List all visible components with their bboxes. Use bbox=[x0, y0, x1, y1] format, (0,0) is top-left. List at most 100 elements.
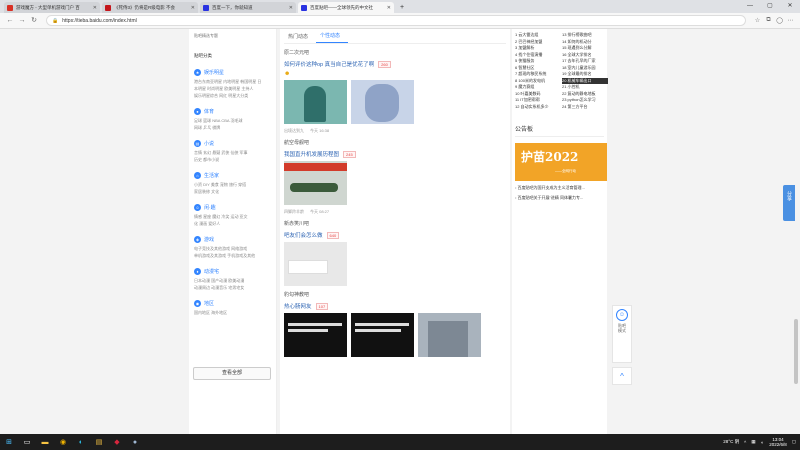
windows-start-icon[interactable]: ⊞ bbox=[2, 435, 16, 449]
volume-icon[interactable]: ◖ bbox=[760, 440, 763, 445]
post-title-row: 我国直升机发展历程图 245 bbox=[284, 150, 506, 158]
task-view-icon[interactable]: ▭ bbox=[20, 435, 34, 449]
notice-board-title: 公告板 bbox=[515, 124, 604, 137]
post-image-thumbnail[interactable] bbox=[284, 161, 347, 205]
feed-item: 航空母舰吧 我国直升机发展历程图 245 四脚羚羊龄 今天 08:27 bbox=[284, 139, 506, 215]
clock-date: 2022/6/8 bbox=[769, 442, 787, 447]
category-links[interactable]: 国内地区 海外地区 bbox=[194, 309, 271, 316]
category-links[interactable]: 化 漫画 爱好人 bbox=[194, 220, 271, 227]
back-icon[interactable]: ← bbox=[4, 15, 16, 27]
category-title[interactable]: ● 体育 bbox=[194, 108, 271, 115]
star-icon: ★ bbox=[194, 69, 201, 76]
browser-tab[interactable]: 百度贴吧——全球领先的中文社 ✕ bbox=[298, 2, 394, 13]
post-title-link[interactable]: 吧友们会怎么做 bbox=[284, 231, 323, 239]
post-image-thumbnail[interactable] bbox=[418, 313, 481, 357]
rank-item[interactable]: 12 自动实系机多少 bbox=[515, 104, 561, 111]
tab-close-icon[interactable]: ✕ bbox=[93, 5, 97, 11]
browser-tab[interactable]: 《死侍3》仍将是R级电影 不会 ✕ bbox=[102, 2, 198, 13]
post-title-link[interactable]: 我国直升机发展历程图 bbox=[284, 150, 339, 158]
browser-tab[interactable]: 游戏魔方 - 大型单机游戏门户 百 ✕ bbox=[4, 2, 100, 13]
tab-close-icon[interactable]: ✕ bbox=[289, 5, 293, 11]
category-links[interactable]: 日本动漫 国产动漫 欧美动漫 bbox=[194, 277, 271, 284]
rank-item[interactable]: 24 第三方平台 bbox=[562, 104, 608, 111]
page-scrollbar[interactable] bbox=[794, 319, 798, 384]
close-window-icon[interactable]: ✕ bbox=[780, 0, 800, 13]
category-links[interactable]: 足球 篮球 NBA CBA 羽毛球 bbox=[194, 117, 271, 124]
feed-tab[interactable]: 个性动态 bbox=[316, 32, 349, 43]
collections-icon[interactable]: ⧉ bbox=[763, 17, 774, 24]
refresh-icon[interactable]: ↻ bbox=[28, 15, 40, 27]
post-image-thumbnail[interactable] bbox=[351, 80, 414, 124]
reply-count-badge: 245 bbox=[343, 150, 356, 158]
category-title[interactable]: ♦ 动漫宅 bbox=[194, 268, 271, 275]
category-group: ◉ 地区国内地区 海外地区 bbox=[194, 300, 271, 316]
share-button[interactable]: 分享 bbox=[783, 185, 795, 221]
browser-tab[interactable]: 百度一下，你就知道 ✕ bbox=[200, 2, 296, 13]
post-image-thumbnail[interactable] bbox=[351, 313, 414, 357]
activity-feed: 热门动态 个性动态 原二次元吧 如何评价这种op 真当自己是优花了啊 260 ☻ 出境达到… bbox=[280, 29, 510, 434]
assist-mode-button[interactable]: ☺ 贴吧 模式 bbox=[612, 305, 632, 363]
tray-arrow-icon[interactable]: ^ bbox=[744, 440, 746, 445]
more-menu-icon[interactable]: ⋯ bbox=[785, 17, 796, 24]
featured-topics[interactable]: 贴吧精选专题 bbox=[194, 33, 271, 39]
post-image-thumbnail[interactable] bbox=[284, 80, 347, 124]
new-tab-button[interactable]: + bbox=[400, 2, 404, 13]
favorites-star-icon[interactable]: ☆ bbox=[752, 17, 763, 24]
category-links[interactable]: 电子竞技及其他游戏 网络游戏 bbox=[194, 245, 271, 252]
notice-link[interactable]: 百度贴吧为国开支成为主义活育管理... bbox=[515, 185, 604, 191]
location-icon: ◉ bbox=[194, 300, 201, 307]
minimize-icon[interactable]: — bbox=[740, 0, 760, 13]
campaign-banner[interactable]: 护苗2022 ——全网行动 bbox=[515, 143, 607, 181]
tab-close-icon[interactable]: ✕ bbox=[191, 5, 195, 11]
post-title-link[interactable]: 热心肠网友 bbox=[284, 302, 312, 310]
app-icon[interactable]: ◆ bbox=[110, 435, 124, 449]
category-links[interactable]: 小资 DIY 美食 宠物 旅行 穿搭 bbox=[194, 181, 271, 188]
notification-icon[interactable]: ▢ bbox=[792, 439, 796, 445]
feed-tab[interactable]: 热门动态 bbox=[284, 33, 316, 43]
forum-name[interactable]: 原二次元吧 bbox=[284, 49, 506, 56]
category-title[interactable]: ◉ 地区 bbox=[194, 300, 271, 307]
category-title[interactable]: ☺ 闲·趣 bbox=[194, 204, 271, 211]
forum-name[interactable]: 新赤笑川吧 bbox=[284, 220, 506, 227]
back-to-top-button[interactable]: ^ bbox=[612, 367, 632, 385]
tab-close-icon[interactable]: ✕ bbox=[387, 5, 391, 11]
category-links[interactable]: 单机游戏及其游戏 手机游戏及其他 bbox=[194, 252, 271, 259]
view-all-button[interactable]: 查看全部 bbox=[193, 367, 271, 380]
category-links[interactable]: 本明星 时尚明星 欧美明星 主持人 bbox=[194, 85, 271, 92]
url-input[interactable]: 🔒 https://tieba.baidu.com/index.html bbox=[46, 15, 746, 26]
post-image-thumbnail[interactable] bbox=[284, 242, 347, 286]
forum-name[interactable]: 航空母舰吧 bbox=[284, 139, 506, 146]
category-links[interactable]: 网球 乒乓 棋牌 bbox=[194, 124, 271, 131]
post-meta-text: 四脚羚羊龄 bbox=[284, 209, 304, 214]
maximize-icon[interactable]: ▢ bbox=[760, 0, 780, 13]
category-title[interactable]: ▤ 小说 bbox=[194, 140, 271, 147]
category-links[interactable]: 情感 星座 魔幻 冷笑 运动 亚文 bbox=[194, 213, 271, 220]
category-links[interactable]: 言情 玄幻 悬疑 武侠 仙侠 军事 bbox=[194, 149, 271, 156]
category-title[interactable]: ★ 娱乐明星 bbox=[194, 69, 271, 76]
category-title[interactable]: ⌂ 生活家 bbox=[194, 172, 271, 179]
category-links[interactable]: 动漫周边 动漫音乐 宅男宅女 bbox=[194, 284, 271, 291]
category-title[interactable]: ◈ 游戏 bbox=[194, 236, 271, 243]
post-title-link[interactable]: 如何评价这种op 真当自己是优花了啊 bbox=[284, 60, 374, 68]
post-image-thumbnail[interactable] bbox=[284, 313, 347, 357]
forum-name[interactable]: 豹勾神教吧 bbox=[284, 291, 506, 298]
clock[interactable]: 13:04 2022/6/8 bbox=[769, 437, 787, 448]
chrome-icon[interactable]: ◉ bbox=[56, 435, 70, 449]
category-links[interactable]: 娱乐明星综合 网红 明星大分类 bbox=[194, 92, 271, 99]
home-icon: ⌂ bbox=[194, 172, 201, 179]
file-explorer-icon[interactable]: ▬ bbox=[38, 435, 52, 449]
category-links[interactable]: 历史 都市小说 bbox=[194, 156, 271, 163]
forward-icon[interactable]: → bbox=[16, 15, 28, 27]
steam-icon[interactable]: ● bbox=[128, 435, 142, 449]
weather-text[interactable]: 28°C 阴 bbox=[723, 439, 739, 445]
edge-icon[interactable]: ◐ bbox=[74, 435, 88, 449]
category-links[interactable]: 家居装修 文化 bbox=[194, 188, 271, 195]
category-links[interactable]: 港台东南亚明星 内地明星 韩国明星 日 bbox=[194, 78, 271, 85]
notice-link[interactable]: 百度贴吧关于开展"进精 同体暑力专... bbox=[515, 195, 604, 201]
post-thumbnails bbox=[284, 161, 506, 205]
thumb-text bbox=[355, 329, 401, 332]
profile-icon[interactable]: ◯ bbox=[774, 17, 785, 24]
network-icon[interactable]: ▦ bbox=[751, 439, 755, 445]
category-group: ◈ 游戏电子竞技及其他游戏 网络游戏 单机游戏及其游戏 手机游戏及其他 bbox=[194, 236, 271, 259]
folder-icon[interactable]: ▤ bbox=[92, 435, 106, 449]
